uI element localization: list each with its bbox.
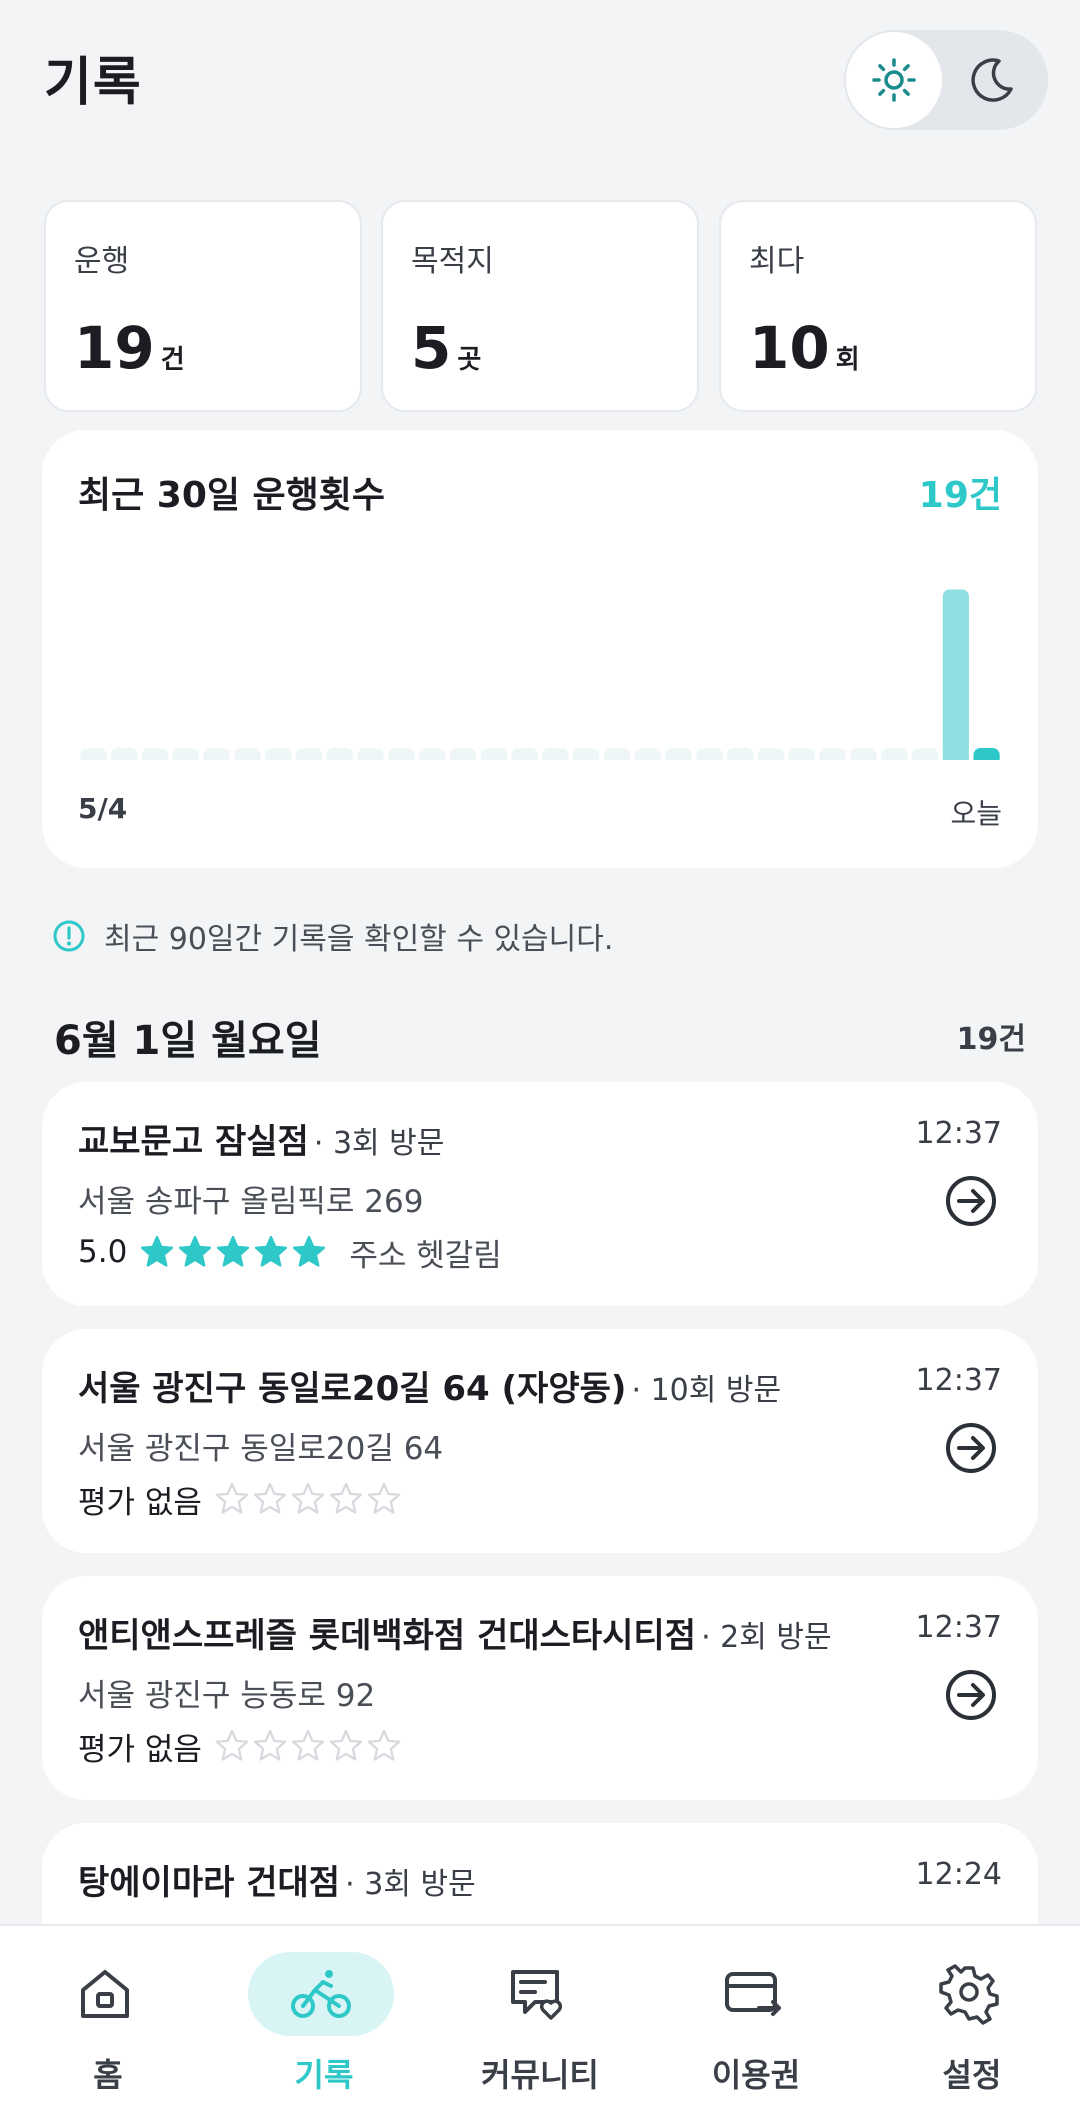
trip-card[interactable]: 서울 광진구 동일로20길 64 (자양동) · 10회 방문 12:37 서울… — [42, 1329, 1038, 1553]
star-empty-icon — [329, 1729, 363, 1761]
nav-item-pass[interactable]: 이용권 — [648, 1926, 864, 2104]
star-filled-icon — [179, 1235, 212, 1267]
trip-rating: 평가 없음 — [78, 1477, 402, 1521]
star-empty-icon — [367, 1482, 401, 1514]
nav-item-settings[interactable]: 설정 — [864, 1926, 1080, 2104]
trip-rating: 평가 없음 — [78, 1724, 402, 1768]
chart-baseline-mask — [42, 760, 1038, 772]
date-heading: 6월 1일 월요일 — [54, 1018, 322, 1064]
stat-card-destinations: 목적지 5곳 — [381, 200, 699, 412]
nav-item-community[interactable]: 커뮤니티 — [432, 1926, 648, 2104]
arrow-right-circle-icon[interactable] — [944, 1174, 998, 1228]
trip-address: 서울 송파구 올림픽로 269 — [78, 1184, 424, 1220]
trip-rating: 5.0 주소 헷갈림 — [78, 1230, 502, 1274]
nav-label: 홈 — [93, 2056, 123, 2094]
nav-item-records[interactable]: 기록 — [216, 1926, 432, 2104]
star-empty-icon — [253, 1729, 287, 1761]
trip-chart-card: 최근 30일 운행횟수 19건 5/4 오늘 — [42, 430, 1038, 868]
arrow-right-circle-icon[interactable] — [944, 1421, 998, 1475]
trip-visits: · 10회 방문 — [631, 1373, 782, 1408]
trip-time: 12:37 — [915, 1610, 1002, 1645]
review-text: 주소 헷갈림 — [349, 1237, 502, 1274]
star-empty-icon — [329, 1482, 363, 1514]
nav-label: 기록 — [294, 2056, 354, 2094]
community-icon — [511, 1970, 563, 2020]
stat-card-trips: 운행 19 건 — [44, 200, 362, 412]
trip-title-line: 탕에이마라 건대점 · 3회 방문 — [78, 1855, 476, 1904]
trip-name: 교보문고 잠실점 — [78, 1122, 309, 1162]
star-empty-icon — [215, 1482, 249, 1514]
ticket-card-icon — [725, 1972, 781, 2016]
info-icon — [53, 920, 85, 952]
trip-time: 12:24 — [915, 1857, 1002, 1892]
page-title: 기록 — [44, 53, 142, 113]
chart-start-label: 5/4 — [78, 792, 128, 825]
trip-title-line: 교보문고 잠실점 · 3회 방문 — [78, 1114, 444, 1163]
dark-theme-button[interactable] — [942, 30, 1042, 130]
star-empty-icon — [367, 1729, 401, 1761]
settings-gear-icon — [939, 1964, 999, 2025]
rating-score: 평가 없음 — [78, 1731, 202, 1768]
star-filled-icon — [293, 1235, 326, 1267]
trip-card[interactable]: 앤티앤스프레즐 롯데백화점 건대스타시티점 · 2회 방문 12:37 서울 광… — [42, 1576, 1038, 1800]
stat-card-most: 최다 10 회 — [719, 200, 1037, 412]
nav-label: 이용권 — [711, 2056, 801, 2094]
trip-visits: · 3회 방문 — [345, 1867, 476, 1902]
star-filled-icon — [217, 1235, 250, 1267]
star-filled-icon — [255, 1235, 288, 1267]
bottom-navigation: 홈 기록 커뮤니티 이용권 설정 — [0, 1924, 1080, 2104]
light-theme-button[interactable] — [846, 32, 942, 128]
trip-visits: · 3회 방문 — [313, 1126, 445, 1161]
bike-icon — [291, 1970, 351, 2018]
stat-label: 목적지 — [411, 244, 494, 279]
stat-value: 5곳 — [411, 314, 482, 382]
home-icon — [81, 1970, 129, 2018]
rating-score: 평가 없음 — [78, 1484, 202, 1521]
star-empty-icon — [215, 1729, 249, 1761]
moon-icon — [971, 58, 1013, 102]
notice-text: 최근 90일간 기록을 확인할 수 있습니다. — [104, 922, 614, 957]
star-rating — [214, 1728, 402, 1764]
trip-name: 탕에이마라 건대점 — [78, 1863, 341, 1903]
sun-icon — [872, 58, 916, 102]
nav-label: 설정 — [942, 2056, 1002, 2094]
trip-card[interactable]: 교보문고 잠실점 · 3회 방문 12:37 서울 송파구 올림픽로 269 5… — [42, 1082, 1038, 1306]
star-filled-icon — [141, 1235, 174, 1267]
trip-name: 앤티앤스프레즐 롯데백화점 건대스타시티점 — [78, 1616, 696, 1656]
trip-time: 12:37 — [915, 1116, 1002, 1151]
theme-toggle[interactable] — [844, 30, 1048, 130]
bar-chart — [42, 589, 1038, 772]
stat-value: 10 회 — [749, 314, 860, 382]
chart-bar — [942, 589, 969, 770]
rating-score: 5.0 — [78, 1234, 128, 1270]
trip-title-line: 앤티앤스프레즐 롯데백화점 건대스타시티점 · 2회 방문 — [78, 1608, 832, 1657]
trip-address: 서울 광진구 동일로20길 64 — [78, 1431, 444, 1467]
star-empty-icon — [291, 1729, 325, 1761]
stat-label: 최다 — [749, 244, 805, 279]
app-header: 기록 — [0, 0, 1080, 150]
star-empty-icon — [291, 1482, 325, 1514]
trip-address: 서울 광진구 능동로 92 — [78, 1678, 376, 1714]
nav-label: 커뮤니티 — [481, 2056, 599, 2094]
trip-name: 서울 광진구 동일로20길 64 (자양동) — [78, 1369, 627, 1409]
nav-item-home[interactable]: 홈 — [0, 1926, 216, 2104]
star-empty-icon — [253, 1482, 287, 1514]
trip-visits: · 2회 방문 — [701, 1620, 832, 1655]
star-rating — [214, 1481, 402, 1517]
chart-end-label: 오늘 — [950, 797, 1002, 830]
stat-label: 운행 — [74, 244, 130, 279]
trip-title-line: 서울 광진구 동일로20길 64 (자양동) · 10회 방문 — [78, 1361, 781, 1410]
stat-value: 19 건 — [74, 314, 185, 382]
retention-notice: 최근 90일간 기록을 확인할 수 있습니다. — [52, 914, 613, 958]
date-trip-count: 19건 — [956, 1022, 1026, 1057]
star-rating — [139, 1234, 327, 1270]
trip-time: 12:37 — [915, 1363, 1002, 1398]
arrow-right-circle-icon[interactable] — [944, 1668, 998, 1722]
